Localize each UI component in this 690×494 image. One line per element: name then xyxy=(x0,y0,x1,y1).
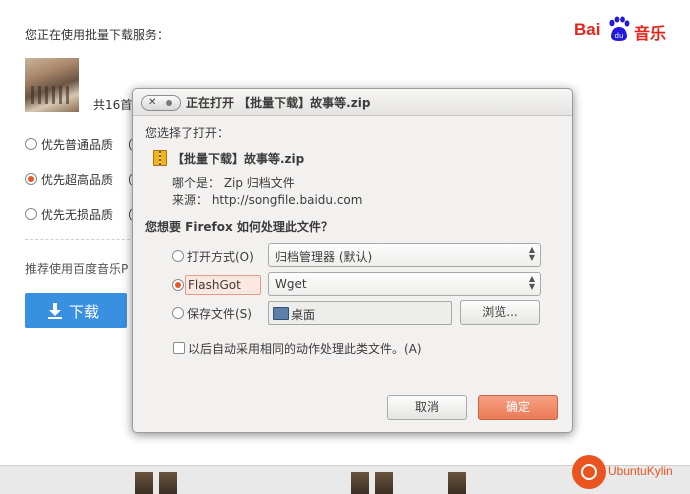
file-source: 来源： http://songfile.baidu.com xyxy=(172,193,363,207)
browse-button[interactable]: 浏览... xyxy=(460,300,540,325)
quality-option-normal[interactable]: 优先普通品质 （ xyxy=(25,136,133,153)
quality-label: 优先普通品质 xyxy=(41,138,114,152)
spinner-arrows-icon: ▲ ▼ xyxy=(528,274,535,291)
thumbnail xyxy=(159,472,177,494)
zip-file-icon xyxy=(153,150,167,166)
minimize-icon[interactable] xyxy=(166,100,172,106)
baidu-paw-icon: du xyxy=(609,16,630,41)
album-cover-image xyxy=(25,58,79,112)
radio-save-file[interactable] xyxy=(172,307,184,319)
quality-suffix: （ xyxy=(120,138,133,152)
handling-question: 您想要 Firefox 如何处理此文件？ xyxy=(145,220,333,234)
logo-music-text: 音乐 xyxy=(634,24,667,43)
radio-open-with[interactable] xyxy=(172,250,184,262)
ubuntu-logo-icon xyxy=(572,455,606,489)
open-with-label[interactable]: 打开方式(O) xyxy=(187,248,254,265)
chosen-label: 您选择了打开： xyxy=(145,126,230,140)
file-type: 哪个是： Zip 归档文件 xyxy=(172,176,295,190)
ok-button[interactable]: 确定 xyxy=(478,395,558,420)
thumbnail xyxy=(375,472,393,494)
dialog-title: 正在打开 【批量下载】故事等.zip xyxy=(186,96,371,110)
divider xyxy=(25,239,135,240)
flashgot-select[interactable]: Wget ▲ ▼ xyxy=(268,272,541,296)
thumbnail xyxy=(351,472,369,494)
save-file-label[interactable]: 保存文件(S) xyxy=(187,305,252,322)
download-icon xyxy=(48,303,62,319)
quality-option-high[interactable]: 优先超高品质 （ xyxy=(25,171,133,188)
baidu-music-logo[interactable]: Bai du 音乐 xyxy=(574,14,668,46)
watermark-text: UbuntuKylin xyxy=(608,464,673,478)
open-with-select[interactable]: 归档管理器 (默认) ▲ ▼ xyxy=(268,243,541,267)
download-button[interactable]: 下载 xyxy=(25,293,127,328)
recommend-text: 推荐使用百度音乐P xyxy=(25,262,129,276)
open-with-value: 归档管理器 (默认) xyxy=(275,250,373,264)
logo-du-text: du xyxy=(615,32,624,40)
quality-option-lossless[interactable]: 优先无损品质 （ xyxy=(25,206,133,223)
flashgot-option[interactable]: FlashGot xyxy=(185,275,261,295)
ubuntukylin-watermark: UbuntuKylin xyxy=(572,455,682,489)
file-name: 【批量下载】故事等.zip xyxy=(172,152,305,166)
save-folder-field[interactable]: 桌面 xyxy=(268,301,452,325)
dialog-titlebar[interactable]: ✕ 正在打开 【批量下载】故事等.zip xyxy=(133,89,572,116)
quality-label: 优先超高品质 xyxy=(41,173,114,187)
logo-bai-text: Bai xyxy=(574,20,601,39)
thumbnail xyxy=(135,472,153,494)
window-controls[interactable]: ✕ xyxy=(141,95,181,111)
radio-lossless[interactable] xyxy=(25,208,37,220)
auto-action-checkbox[interactable] xyxy=(173,342,185,354)
song-count: 共16首 xyxy=(93,98,133,112)
quality-suffix: （ xyxy=(120,173,133,187)
radio-high[interactable] xyxy=(25,173,37,185)
intro-text: 您正在使用批量下载服务： xyxy=(25,28,170,42)
radio-flashgot[interactable] xyxy=(172,279,184,291)
thumbnail xyxy=(448,472,466,494)
flashgot-value: Wget xyxy=(275,277,307,291)
quality-suffix: （ xyxy=(120,208,133,222)
cancel-button[interactable]: 取消 xyxy=(387,395,467,420)
close-icon[interactable]: ✕ xyxy=(148,96,156,110)
open-file-dialog: ✕ 正在打开 【批量下载】故事等.zip 您选择了打开： 【批量下载】故事等.z… xyxy=(132,88,573,433)
flashgot-label: FlashGot xyxy=(188,278,241,292)
desktop-folder-icon xyxy=(273,307,289,320)
quality-label: 优先无损品质 xyxy=(41,208,114,222)
auto-action-label[interactable]: 以后自动采用相同的动作处理此类文件。(A) xyxy=(188,340,422,357)
download-label: 下载 xyxy=(69,303,100,321)
save-folder-value: 桌面 xyxy=(291,308,316,322)
spinner-arrows-icon: ▲ ▼ xyxy=(528,245,535,262)
radio-normal[interactable] xyxy=(25,138,37,150)
